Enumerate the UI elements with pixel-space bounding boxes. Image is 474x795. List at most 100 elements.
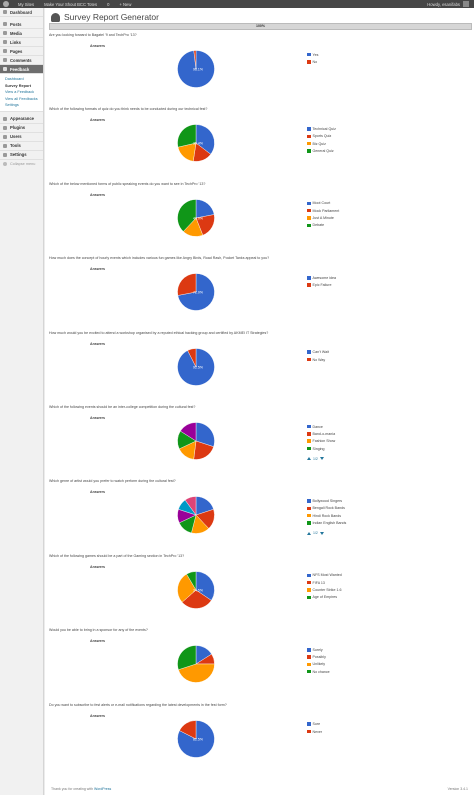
pie-chart[interactable] bbox=[176, 421, 216, 461]
legend-item: Bollywood Singers bbox=[307, 497, 346, 504]
answers-label: Answers bbox=[90, 267, 105, 272]
feedback-icon bbox=[3, 67, 7, 71]
question-text: How much does the concept of hourly even… bbox=[49, 256, 270, 261]
pie-data-label: 40.0% bbox=[193, 216, 203, 220]
sidebar-item-media[interactable]: Media bbox=[0, 29, 43, 38]
pie-legend: Awesome idea Epic Failure bbox=[307, 274, 336, 289]
sidebar-item-feedback[interactable]: Feedback bbox=[0, 65, 43, 74]
legend-swatch bbox=[307, 350, 311, 354]
pie-legend: Technical Quiz Sports Quiz Biz Quiz General… bbox=[307, 125, 336, 154]
legend-swatch bbox=[307, 573, 311, 578]
wordpress-logo-icon[interactable] bbox=[3, 1, 9, 7]
answers-label: Answers bbox=[90, 639, 105, 644]
answers-label: Answers bbox=[90, 416, 105, 420]
question-block: Which of the following games should be a… bbox=[49, 554, 472, 624]
question-text: Which genre of artist would you prefer t… bbox=[49, 479, 176, 484]
sidebar-item-settings[interactable]: Settings bbox=[0, 151, 43, 160]
pie-data-label: 72.0% bbox=[193, 291, 203, 295]
main-content: Survey Report Generator 100% Are you loo… bbox=[45, 8, 474, 795]
legend-swatch bbox=[307, 580, 311, 585]
pie-chart[interactable]: 82.5% bbox=[176, 719, 216, 759]
page-title: Survey Report Generator bbox=[64, 12, 159, 22]
footer-thanks-text: Thank you for creating with bbox=[51, 787, 94, 791]
legend-prev-icon[interactable] bbox=[307, 457, 311, 461]
sidebar-item-appearance[interactable]: Appearance bbox=[0, 115, 43, 124]
legend-label: Bengali Rock Bands bbox=[312, 506, 345, 511]
comments-count[interactable]: 0 bbox=[102, 0, 114, 8]
legend-item: Biz Quiz bbox=[307, 140, 336, 147]
answers-label: Answers bbox=[90, 490, 105, 495]
new-content-link[interactable]: + New bbox=[114, 0, 136, 8]
pie-legend: Surely Possibly Unlikely No chance bbox=[307, 646, 330, 675]
pie-chart[interactable]: 98.1% bbox=[176, 49, 216, 89]
legend-item: Never bbox=[307, 728, 322, 735]
legend-label: Sports Quiz bbox=[312, 134, 332, 139]
legend-label: Awesome idea bbox=[312, 275, 337, 280]
legend-item: No chance bbox=[307, 668, 330, 675]
footer-thanks: Thank you for creating with WordPress bbox=[51, 787, 111, 791]
legend-item: Sports Quiz bbox=[307, 133, 336, 140]
pie-chart[interactable] bbox=[176, 644, 216, 684]
legend-label: Can’t Wait bbox=[312, 350, 329, 355]
sidebar-item-users[interactable]: Users bbox=[0, 133, 43, 142]
sidebar-item-pages[interactable]: Pages bbox=[0, 47, 43, 56]
legend-swatch bbox=[307, 662, 311, 667]
legend-swatch bbox=[307, 521, 311, 525]
comments-icon bbox=[3, 58, 7, 62]
legend-label: Yes bbox=[312, 52, 319, 57]
legend-label: Age of Empires bbox=[312, 595, 338, 600]
posts-icon bbox=[3, 22, 7, 26]
question-block: Which of the below mentioned forms of pu… bbox=[49, 182, 472, 252]
sidebar-item-label: Posts bbox=[10, 21, 22, 27]
my-sites-link[interactable]: My Sites bbox=[13, 0, 39, 8]
legend-item: Possibly bbox=[307, 653, 330, 660]
question-text: Which of the following games should be a… bbox=[49, 553, 185, 558]
legend-item: Band-o-mania bbox=[307, 430, 335, 437]
legend-swatch bbox=[307, 216, 311, 220]
pie-chart[interactable]: 92.5% bbox=[176, 347, 216, 387]
legend-swatch bbox=[307, 722, 311, 726]
pie-chart[interactable]: 34.5% bbox=[176, 570, 216, 610]
legend-item: Hindi Rock Bands bbox=[307, 512, 346, 519]
pie-chart[interactable]: 72.0% bbox=[176, 272, 216, 312]
howdy-account-link[interactable]: Howdy, esanifabs bbox=[422, 0, 474, 8]
legend-item: Sure bbox=[307, 721, 322, 728]
sidebar-item-label: Links bbox=[10, 39, 21, 45]
sidebar-item-comments[interactable]: Comments bbox=[0, 56, 43, 65]
submenu-item-settings[interactable]: Settings bbox=[5, 102, 43, 109]
answers-label: Answers bbox=[90, 564, 105, 569]
legend-label: Just A Minute bbox=[312, 216, 334, 221]
wordpress-link[interactable]: WordPress bbox=[94, 787, 111, 791]
legend-swatch bbox=[307, 208, 311, 213]
legend-label: Unlikely bbox=[312, 662, 326, 667]
sidebar-item-links[interactable]: Links bbox=[0, 38, 43, 47]
footer: Thank you for creating with WordPress Ve… bbox=[51, 787, 468, 791]
legend-prev-icon[interactable] bbox=[307, 531, 311, 535]
pie-chart[interactable] bbox=[176, 495, 216, 535]
legend-swatch bbox=[307, 499, 311, 503]
legend-label: General Quiz bbox=[312, 148, 334, 153]
sidebar-item-label: Plugins bbox=[10, 125, 26, 130]
legend-item: General Quiz bbox=[307, 147, 336, 154]
collapse-menu-button[interactable]: Collapse menu bbox=[0, 160, 43, 168]
sidebar-item-dashboard[interactable]: Dashboard bbox=[0, 8, 43, 17]
sidebar-item-tools[interactable]: Tools bbox=[0, 142, 43, 151]
pie-chart[interactable]: 40.0% bbox=[176, 198, 216, 238]
legend-swatch bbox=[307, 595, 311, 600]
sidebar-item-label: Comments bbox=[10, 57, 32, 63]
site-name-link[interactable]: Make Your Shout BCC Totes bbox=[39, 0, 102, 8]
legend-label: Band-o-mania bbox=[312, 431, 336, 436]
legend-item: No Way bbox=[307, 356, 329, 363]
legend-swatch bbox=[307, 223, 311, 228]
legend-swatch bbox=[307, 655, 311, 659]
pie-chart[interactable]: 35.4% bbox=[176, 123, 216, 163]
legend-next-icon[interactable] bbox=[319, 531, 324, 535]
legend-item: Debate bbox=[307, 222, 339, 229]
legend-item: FIFA 13 bbox=[307, 579, 342, 586]
legend-label: Debate bbox=[312, 223, 325, 228]
legend-label: Counter Strike 1.6 bbox=[312, 588, 342, 593]
legend-next-icon[interactable] bbox=[319, 457, 324, 461]
sidebar-item-posts[interactable]: Posts bbox=[0, 20, 43, 29]
sidebar-item-plugins[interactable]: Plugins bbox=[0, 124, 43, 133]
legend-label: Bollywood Singers bbox=[312, 499, 343, 504]
